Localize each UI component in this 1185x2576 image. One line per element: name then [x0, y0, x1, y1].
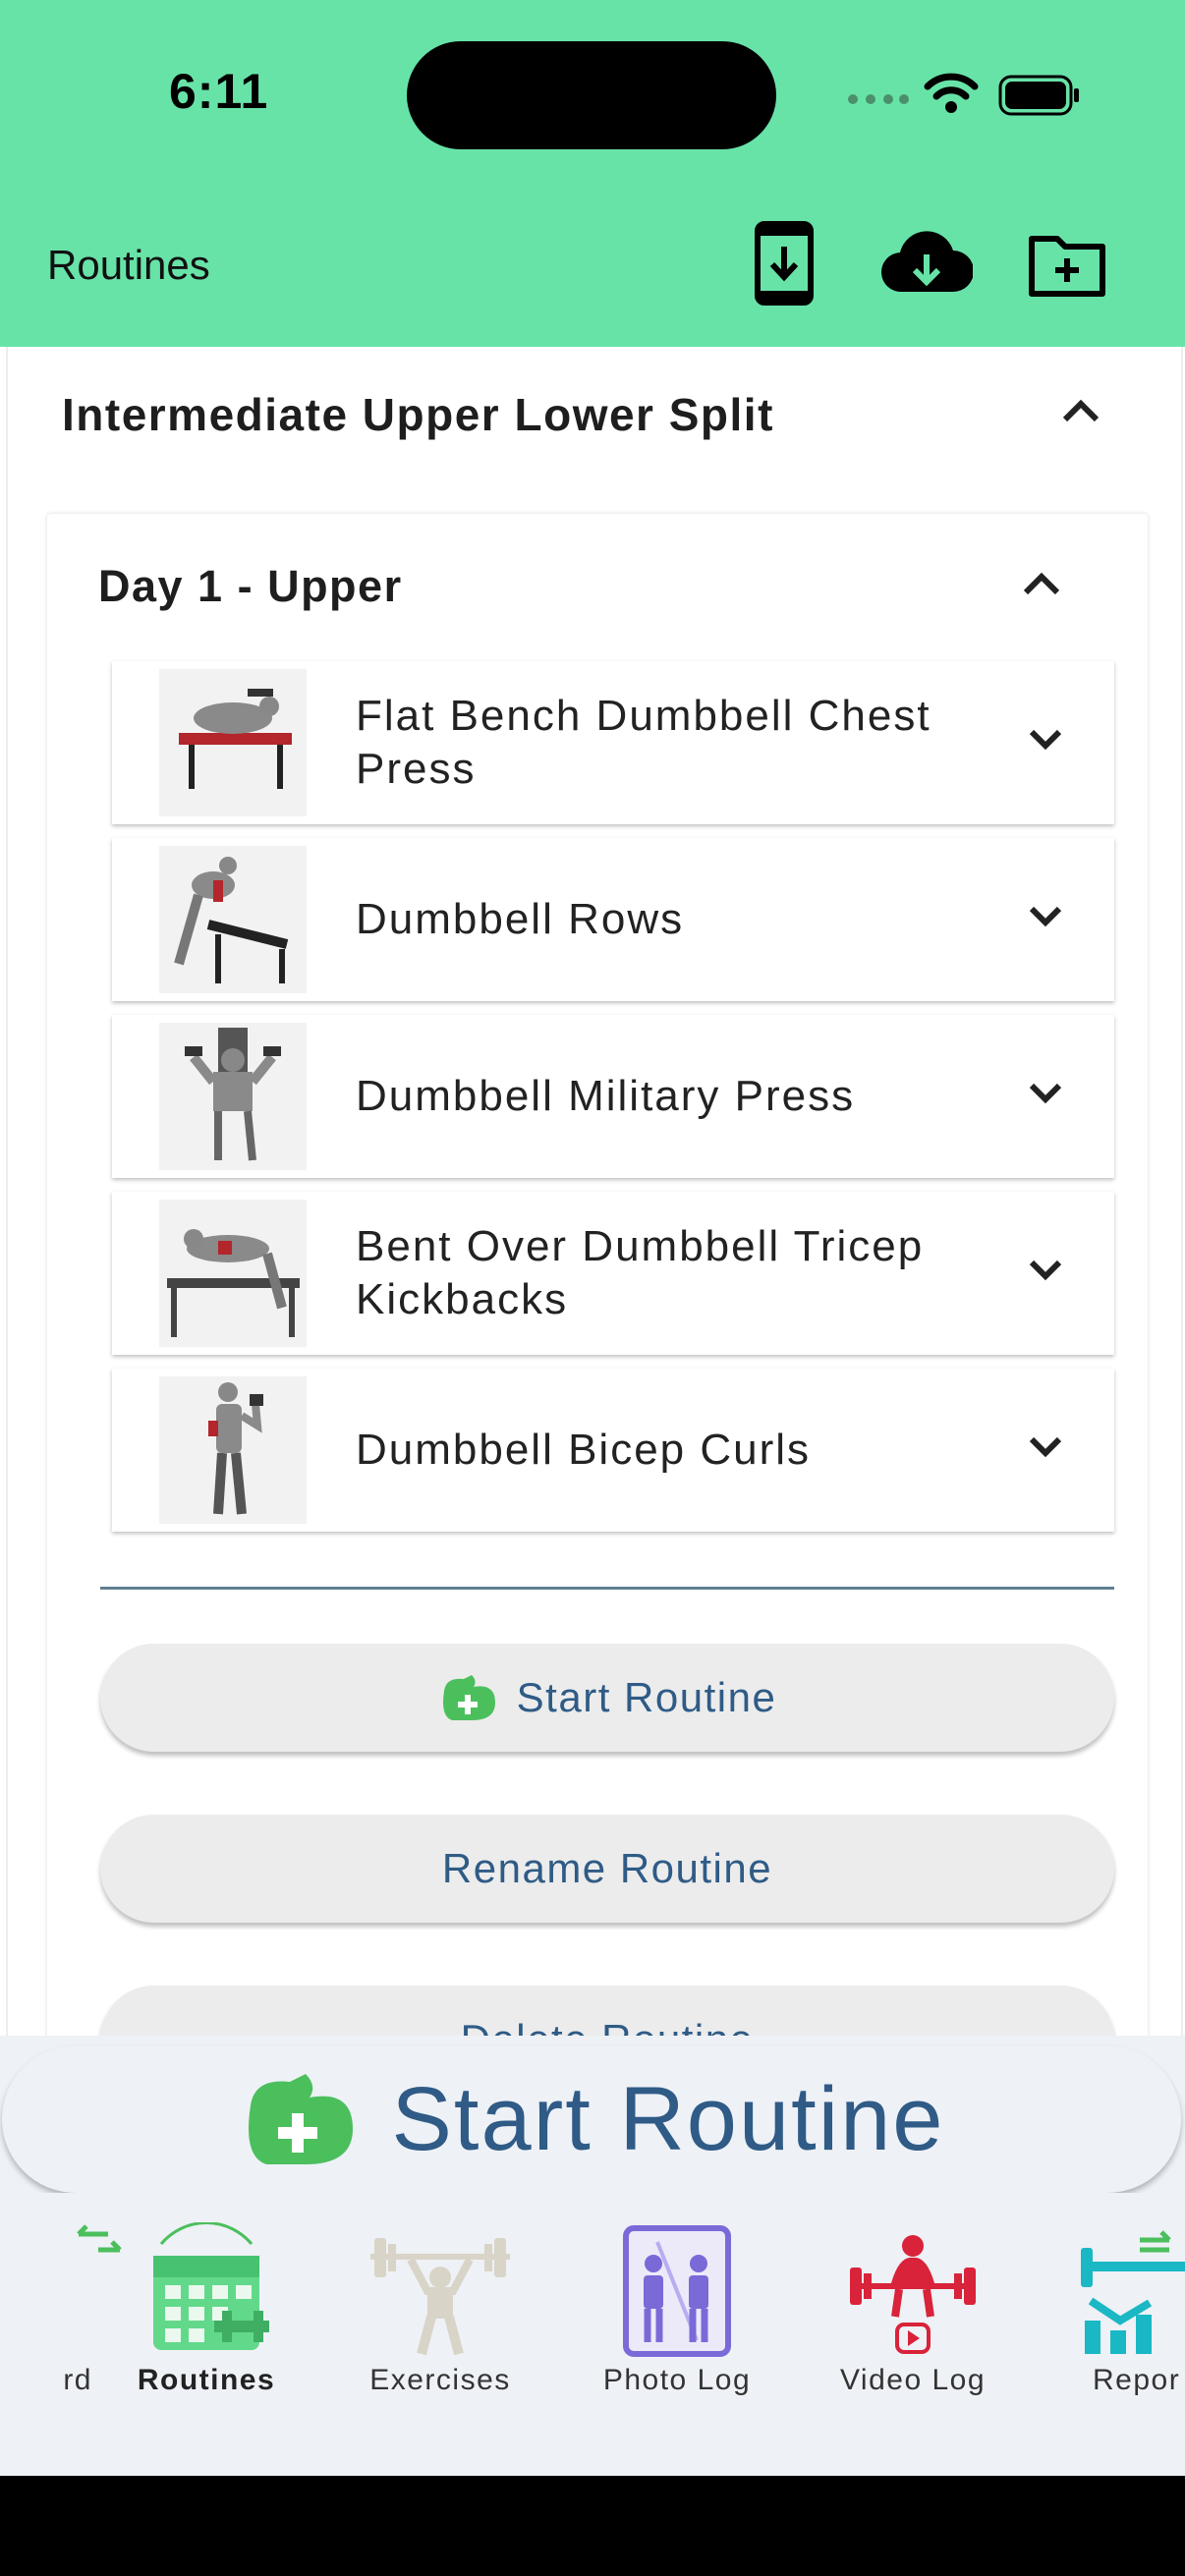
start-routine-label: Start Routine [516, 1674, 777, 1720]
nav-label: Repor [1093, 2364, 1181, 2396]
exercise-item[interactable]: Dumbbell Rows [112, 838, 1114, 1001]
bottom-nav: rd Routines Exercises Photo Log Video Lo… [0, 2193, 1185, 2476]
status-time: 6:11 [169, 64, 269, 119]
app-header: 6:11 Routines [0, 0, 1185, 347]
routine-title[interactable]: Intermediate Upper Lower Split [62, 388, 774, 441]
day-card: Day 1 - Upper Flat Bench Dumbbell Chest … [47, 514, 1148, 2037]
battery-icon [998, 75, 1079, 116]
nav-item-video-log[interactable]: Video Log [815, 2193, 1011, 2476]
exercise-item[interactable]: Flat Bench Dumbbell Chest Press [112, 661, 1114, 824]
exercise-thumbnail [159, 1023, 307, 1170]
exercise-name: Bent Over Dumbbell Tricep Kickbacks [356, 1222, 925, 1323]
cloud-download-icon[interactable] [880, 221, 973, 306]
flex-plus-icon [248, 2074, 353, 2164]
chevron-up-icon[interactable] [1020, 569, 1063, 598]
screen: 6:11 Routines Intermediate Upper Lower S… [0, 0, 1185, 2476]
exercise-name: Dumbbell Bicep Curls [356, 1426, 812, 1474]
import-device-icon[interactable] [755, 221, 814, 306]
chevron-down-icon[interactable] [1026, 1255, 1065, 1284]
exercise-item[interactable]: Bent Over Dumbbell Tricep Kickbacks [112, 1192, 1114, 1355]
exercise-thumbnail [159, 1200, 307, 1347]
start-routine-button[interactable]: Start Routine [100, 1644, 1114, 1752]
nav-label: Routines [137, 2364, 276, 2396]
report-chart-icon [1081, 2230, 1185, 2354]
nav-label: Video Log [839, 2364, 987, 2396]
divider [100, 1587, 1114, 1590]
rename-routine-button[interactable]: Rename Routine [100, 1815, 1114, 1923]
nav-label: Exercises [369, 2364, 511, 2396]
nav-label: Photo Log [602, 2364, 752, 2396]
new-folder-icon[interactable] [1028, 221, 1106, 306]
exercise-name: Dumbbell Rows [356, 895, 685, 943]
chevron-down-icon[interactable] [1026, 1078, 1065, 1107]
nav-item-routines[interactable]: Routines [108, 2193, 305, 2476]
chevron-up-icon[interactable] [1059, 396, 1102, 425]
deadlift-video-icon [850, 2235, 976, 2354]
exercise-name: Flat Bench Dumbbell Chest Press [356, 692, 931, 793]
routines-content: Intermediate Upper Lower Split Day 1 - U… [0, 347, 1185, 2037]
big-start-routine-button[interactable]: Start Routine [2, 2045, 1181, 2193]
nav-item-photo-log[interactable]: Photo Log [579, 2193, 775, 2476]
exercise-list: Flat Bench Dumbbell Chest Press Dumbbell… [112, 661, 1114, 1545]
nav-item-exercises[interactable]: Exercises [342, 2193, 538, 2476]
cellular-signal-icon [848, 94, 909, 104]
exercise-thumbnail [159, 846, 307, 993]
rename-routine-label: Rename Routine [441, 1845, 773, 1891]
exercise-name: Dumbbell Military Press [356, 1072, 856, 1120]
exercise-item[interactable]: Dumbbell Military Press [112, 1015, 1114, 1178]
nav-item-reports[interactable]: Repor [1051, 2193, 1185, 2476]
day-title[interactable]: Day 1 - Upper [98, 561, 403, 612]
chevron-down-icon[interactable] [1026, 1431, 1065, 1461]
flex-plus-icon [442, 1675, 495, 1720]
exercise-item[interactable]: Dumbbell Bicep Curls [112, 1369, 1114, 1532]
chevron-down-icon[interactable] [1026, 901, 1065, 930]
calendar-icon [153, 2222, 269, 2350]
chevron-down-icon[interactable] [1026, 724, 1065, 754]
big-start-routine-label: Start Routine [391, 2068, 945, 2169]
delete-routine-label: Delete Routine [461, 2016, 755, 2037]
wifi-icon [924, 73, 979, 113]
delete-routine-button[interactable]: Delete Routine [100, 1986, 1114, 2037]
big-start-bar: Start Routine [0, 2036, 1185, 2193]
routine-card: Intermediate Upper Lower Split Day 1 - U… [6, 347, 1183, 2037]
weightlifter-icon [370, 2238, 510, 2356]
exercise-thumbnail [159, 669, 307, 816]
exercise-thumbnail [159, 1376, 307, 1524]
page-title: Routines [47, 242, 210, 288]
dynamic-island [407, 41, 776, 149]
mirror-photo-icon [623, 2225, 731, 2357]
